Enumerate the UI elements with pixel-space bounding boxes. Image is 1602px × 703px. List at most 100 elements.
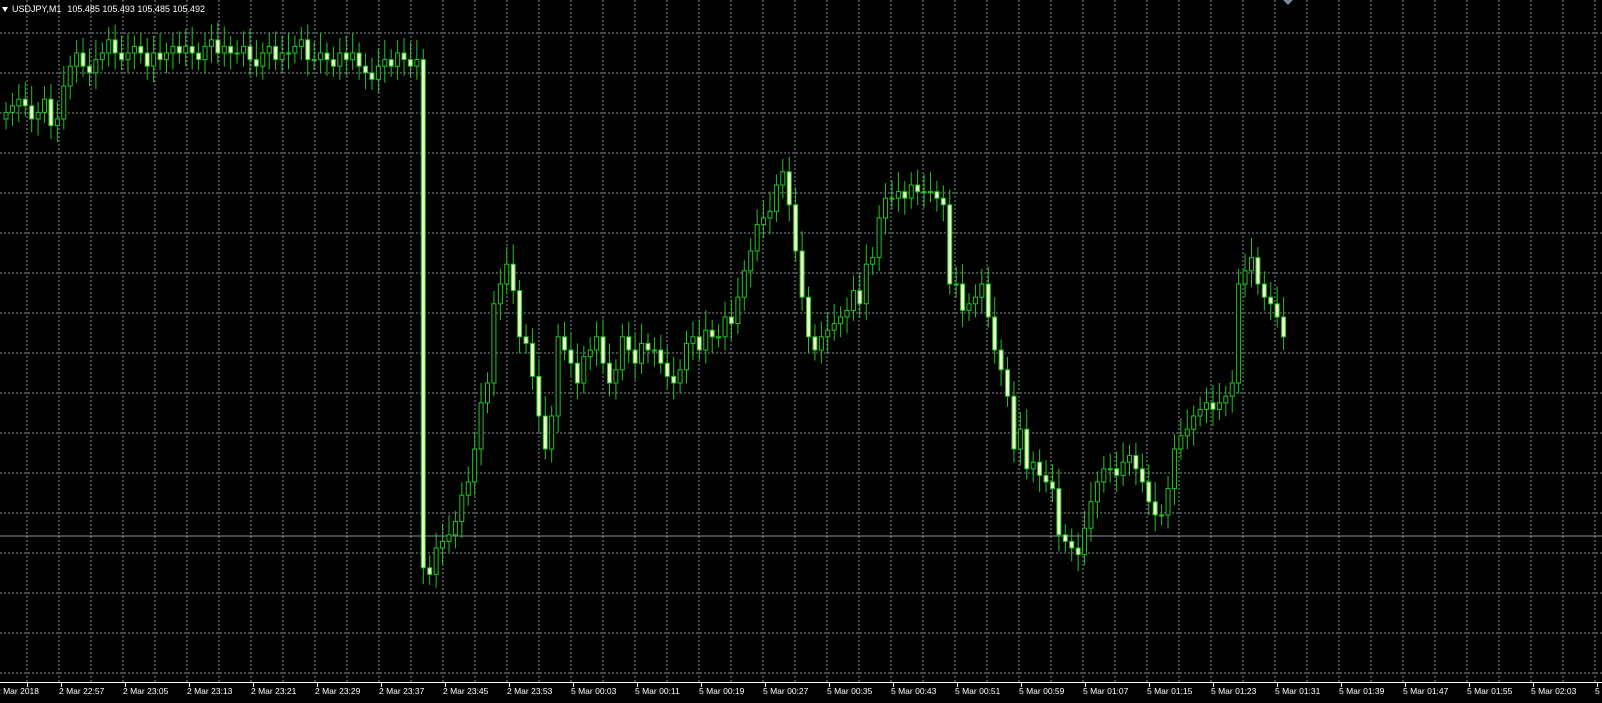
candle-body: [253, 59, 259, 67]
candle-body: [1024, 428, 1030, 470]
candle: [992, 297, 998, 364]
candle: [574, 343, 580, 400]
candle: [594, 321, 600, 367]
candle: [1101, 455, 1107, 493]
candle: [427, 554, 433, 585]
candle-body: [61, 85, 67, 120]
candle: [1120, 442, 1126, 486]
candle-body: [523, 336, 529, 344]
candle-body: [767, 210, 773, 219]
candle-body: [773, 184, 779, 212]
candle: [234, 40, 240, 64]
candle-body: [979, 283, 985, 298]
candle-body: [202, 45, 208, 61]
candle: [1107, 453, 1113, 483]
candle-body: [388, 59, 394, 67]
candle-body: [1165, 488, 1171, 516]
candle: [972, 284, 978, 318]
chart-shift-marker-icon[interactable]: [1283, 0, 1293, 5]
time-axis-label: 5 Mar 01:47: [1403, 686, 1449, 696]
candle-body: [80, 52, 86, 67]
candle: [690, 321, 696, 360]
candle-body: [915, 184, 921, 193]
candle: [61, 66, 67, 130]
time-axis-label: 5 Mar 00:51: [955, 686, 1001, 696]
candle-body: [703, 329, 709, 351]
candle: [1184, 409, 1190, 450]
candle: [298, 26, 304, 60]
candle-body: [1101, 468, 1107, 483]
candle-body: [870, 257, 876, 265]
candle-body: [754, 224, 760, 252]
candle: [1171, 433, 1177, 506]
candle-body: [350, 52, 356, 61]
candle-body: [786, 171, 792, 206]
candle-body: [1017, 428, 1023, 450]
time-axis-label: 2 Mar 22:57: [59, 686, 105, 696]
candle-body: [119, 52, 125, 61]
candle: [857, 273, 863, 318]
candle: [1216, 383, 1222, 420]
candle-body: [472, 448, 478, 483]
candle: [645, 332, 651, 364]
candle: [549, 405, 555, 463]
candle-body: [947, 204, 953, 285]
candle-body: [1114, 468, 1120, 476]
candle: [241, 31, 247, 67]
candle-body: [587, 349, 593, 358]
price-chart[interactable]: [0, 0, 1602, 682]
candle: [883, 183, 889, 235]
candle-body: [35, 111, 41, 120]
triangle-down-icon[interactable]: [2, 6, 8, 12]
candle-body: [1139, 468, 1145, 483]
candle-body: [940, 197, 946, 206]
candle: [1229, 370, 1235, 413]
candle-body: [722, 316, 728, 338]
candle: [523, 323, 529, 354]
candle: [266, 33, 272, 70]
candle-body: [696, 336, 702, 351]
candle-body: [684, 342, 690, 371]
candle: [16, 84, 22, 123]
candle: [1255, 247, 1261, 295]
candle-body: [208, 39, 214, 47]
candle-body: [74, 52, 80, 67]
candle: [639, 323, 645, 374]
candle: [587, 337, 593, 371]
candle: [260, 42, 266, 80]
candle: [375, 48, 381, 93]
candle-body: [651, 349, 657, 352]
candle: [799, 231, 805, 311]
time-axis-label: 5 Mar 01:39: [1339, 686, 1385, 696]
candle-body: [1043, 474, 1049, 483]
candle: [1127, 445, 1132, 476]
candle: [208, 24, 214, 63]
candle: [1159, 504, 1165, 526]
time-axis-label: 5 Mar 00:59: [1019, 686, 1065, 696]
candle: [99, 42, 105, 71]
candle-body: [1005, 369, 1011, 397]
time-axis-label: 5 Mar 02:03: [1531, 686, 1577, 696]
candle: [285, 33, 291, 70]
candle-body: [555, 336, 561, 417]
candle-body: [311, 59, 317, 62]
candle-body: [1082, 527, 1088, 556]
candle: [934, 181, 940, 212]
candle: [292, 35, 298, 64]
candle-body: [857, 290, 863, 305]
candle: [478, 383, 484, 466]
candle-body: [330, 59, 336, 67]
time-axis-label: 5 Mar 01:07: [1083, 686, 1129, 696]
candle-body: [806, 296, 811, 338]
candle: [677, 359, 683, 394]
candle-body: [273, 45, 279, 61]
candle-body: [292, 45, 298, 54]
candle: [793, 187, 799, 262]
candle: [1005, 356, 1011, 407]
time-axis-label: 5 Mar 01:23: [1211, 686, 1257, 696]
candle-body: [671, 375, 677, 384]
candle: [1062, 524, 1068, 552]
candle-body: [1281, 316, 1287, 338]
candle: [632, 332, 638, 380]
chart-window[interactable]: USDJPY,M1 105.485 105.493 105.485 105.49…: [0, 0, 1602, 703]
